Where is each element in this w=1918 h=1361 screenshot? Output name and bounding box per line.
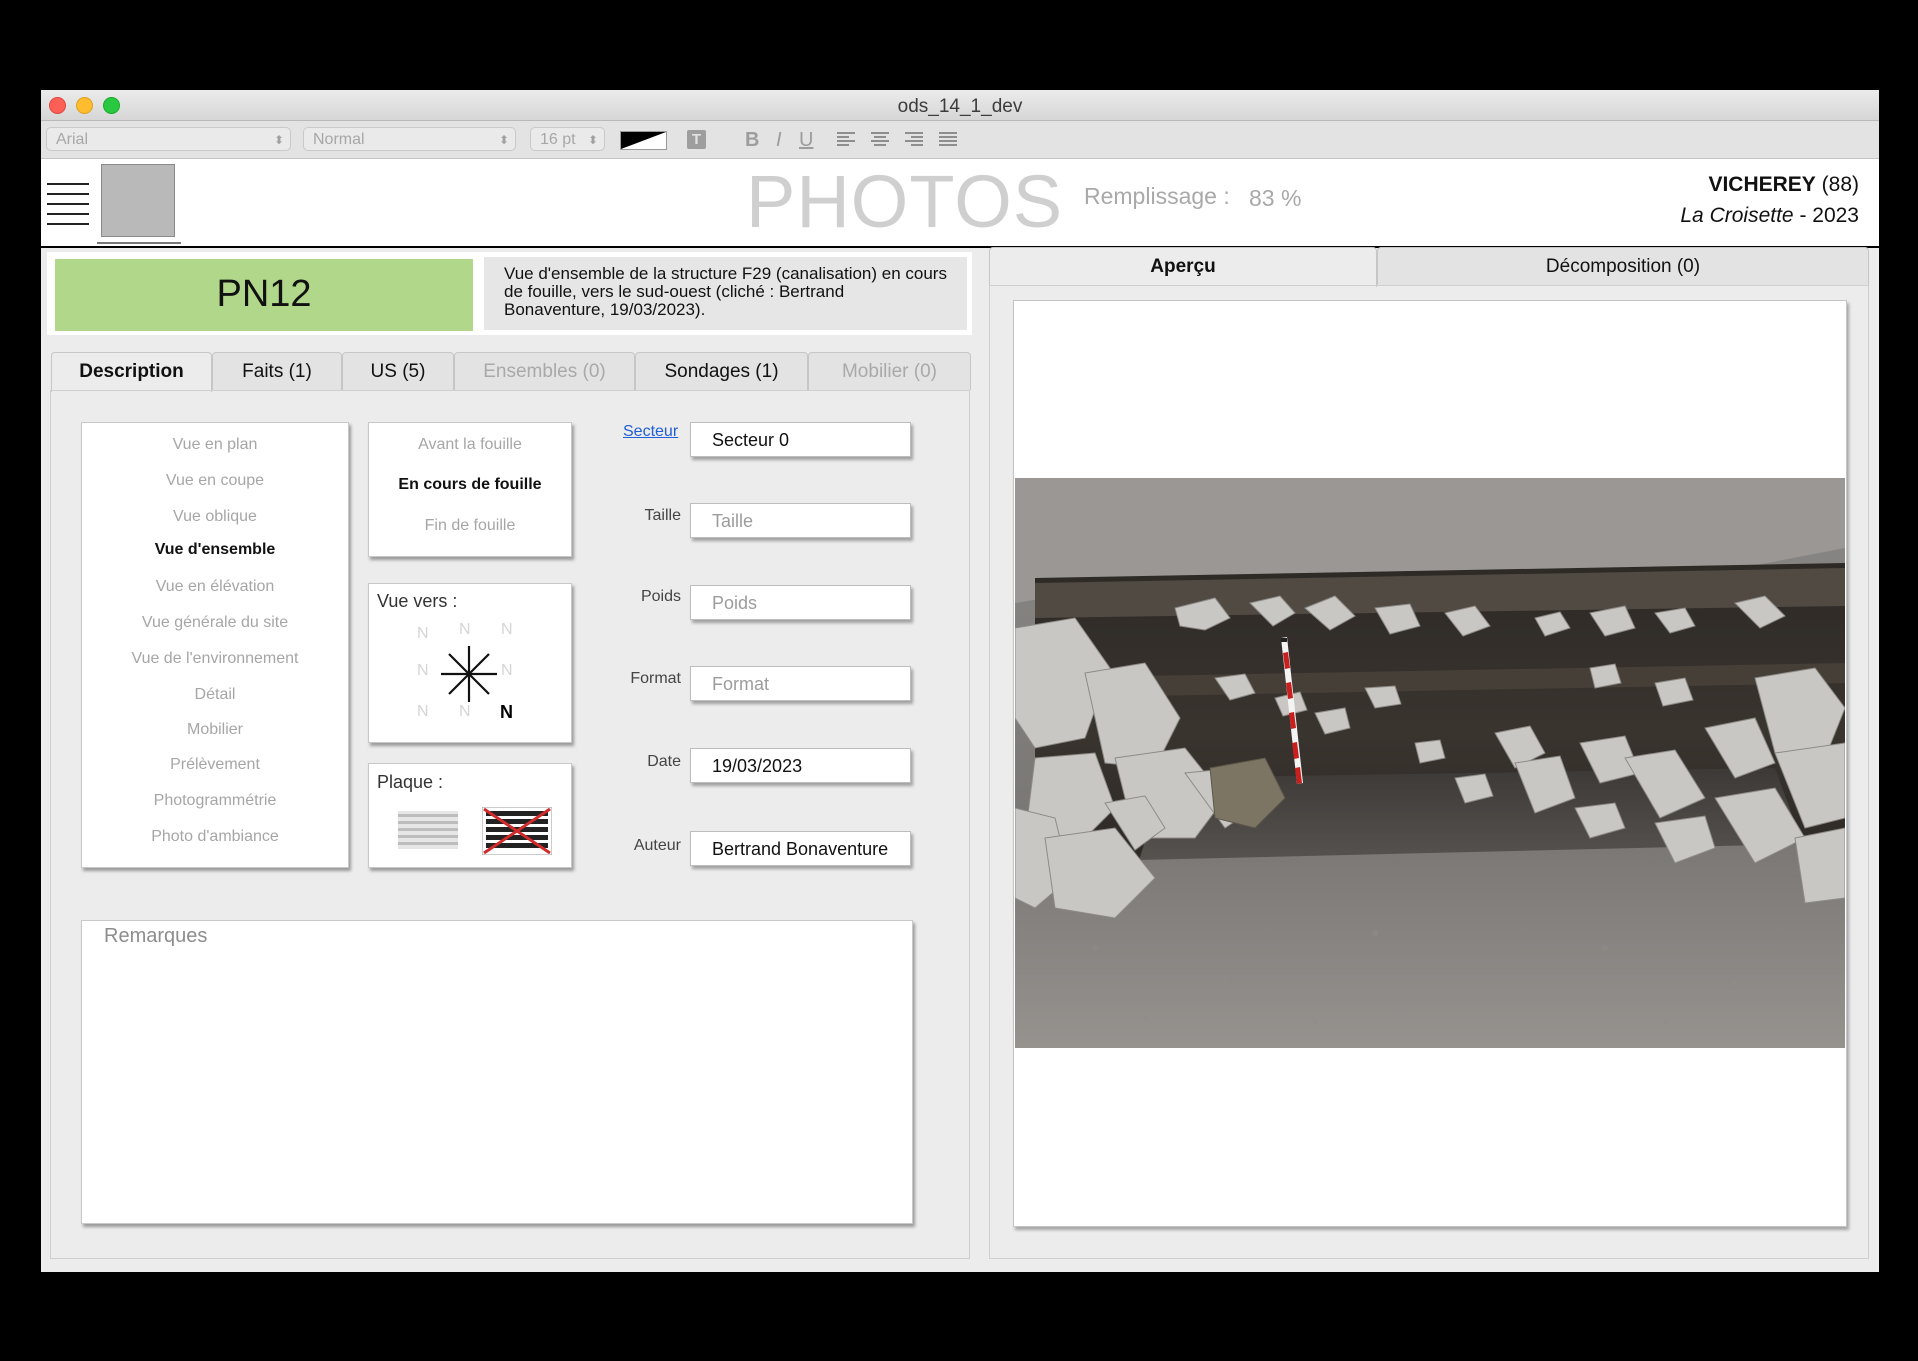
text-format-icon[interactable]: T	[687, 130, 706, 149]
view-type-list: Vue en plan Vue en coupe Vue oblique Vue…	[81, 422, 349, 868]
phase-option-selected[interactable]: En cours de fouille	[369, 476, 571, 494]
auteur-label: Auteur	[633, 837, 681, 854]
auteur-field[interactable]: Bertrand Bonaventure	[690, 831, 911, 866]
updown-icon: ⬍	[498, 133, 509, 147]
tab-ensembles[interactable]: Ensembles (0)	[454, 352, 635, 390]
date-label: Date	[647, 753, 681, 770]
phase-list: Avant la fouille En cours de fouille Fin…	[368, 422, 572, 557]
title-bar: ods_14_1_dev	[41, 90, 1879, 121]
tab-mobilier[interactable]: Mobilier (0)	[808, 352, 971, 390]
font-select[interactable]: Arial ⬍	[46, 127, 291, 151]
photo-preview[interactable]	[1013, 300, 1847, 1227]
italic-button[interactable]: I	[776, 130, 782, 150]
site-locality: La Croisette	[1680, 204, 1794, 227]
remarks-placeholder: Remarques	[104, 925, 208, 947]
format-toolbar: Arial ⬍ Normal ⬍ 16 pt ⬍ T B I U	[41, 121, 1879, 159]
updown-icon: ⬍	[273, 133, 284, 147]
align-center-icon	[871, 132, 889, 146]
secteur-link[interactable]: Secteur	[623, 423, 678, 441]
format-label: Format	[630, 670, 681, 687]
align-buttons	[837, 132, 957, 146]
view-type-option-selected[interactable]: Vue d'ensemble	[82, 541, 348, 559]
plaque-dark-crossed-icon[interactable]	[482, 807, 552, 855]
secteur-field[interactable]: Secteur 0	[690, 422, 911, 457]
plaque-label: Plaque :	[377, 772, 444, 792]
date-field[interactable]: 19/03/2023	[690, 748, 911, 783]
app-window: ods_14_1_dev Arial ⬍ Normal ⬍ 16 pt ⬍ T …	[41, 90, 1879, 1272]
font-select-value: Arial	[56, 131, 89, 148]
tab-faits[interactable]: Faits (1)	[212, 352, 342, 390]
record-tabs: Description Faits (1) US (5) Ensembles (…	[51, 352, 971, 392]
site-info: VICHEREY (88) La Croisette - 2023	[1680, 169, 1859, 231]
direction-nw[interactable]: N	[417, 625, 429, 643]
align-left-icon	[837, 132, 855, 146]
record-header: PN12 Vue d'ensemble de la structure F29 …	[47, 252, 972, 335]
tab-us[interactable]: US (5)	[342, 352, 454, 390]
color-swatch[interactable]	[620, 131, 667, 150]
view-type-option[interactable]: Vue en coupe	[82, 472, 348, 490]
align-right-icon	[905, 132, 923, 146]
view-type-option[interactable]: Vue oblique	[82, 508, 348, 526]
poids-field[interactable]: Poids	[690, 585, 911, 620]
tab-sondages[interactable]: Sondages (1)	[635, 352, 808, 390]
plaque-light-icon[interactable]	[398, 811, 458, 849]
view-type-option[interactable]: Détail	[82, 686, 348, 704]
record-id[interactable]: PN12	[55, 259, 473, 331]
phase-option[interactable]: Fin de fouille	[369, 517, 571, 535]
view-type-option[interactable]: Photo d'ambiance	[82, 828, 348, 846]
tab-apercu[interactable]: Aperçu	[989, 247, 1377, 287]
bold-button[interactable]: B	[745, 130, 759, 150]
site-name: VICHEREY	[1708, 173, 1816, 196]
direction-sw[interactable]: N	[417, 703, 429, 721]
taille-label: Taille	[644, 507, 681, 524]
plaque-selector: Plaque :	[368, 763, 572, 868]
direction-s[interactable]: N	[459, 703, 471, 721]
preview-tabs: Aperçu Décomposition (0)	[989, 247, 1869, 287]
direction-se-selected[interactable]: N	[500, 702, 513, 723]
site-dept: (88)	[1815, 173, 1859, 196]
orientation-label: Vue vers :	[377, 591, 458, 611]
view-type-option[interactable]: Photogrammétrie	[82, 792, 348, 810]
size-select-value: 16 pt	[540, 131, 576, 148]
fill-value: 83 %	[1249, 185, 1302, 211]
view-type-option[interactable]: Mobilier	[82, 721, 348, 739]
direction-w[interactable]: N	[417, 662, 429, 680]
tab-description[interactable]: Description	[51, 352, 212, 392]
view-type-option[interactable]: Vue en plan	[82, 436, 348, 454]
format-field[interactable]: Format	[690, 666, 911, 701]
thumbnail-underline	[97, 242, 181, 244]
updown-icon: ⬍	[587, 133, 598, 147]
direction-ne[interactable]: N	[501, 621, 513, 639]
window-title: ods_14_1_dev	[897, 96, 1023, 117]
orientation-selector: Vue vers : N N N N N N N N	[368, 583, 572, 743]
remarks-textarea[interactable]: Remarques	[81, 920, 913, 1224]
underline-button[interactable]: U	[799, 130, 813, 150]
color-swatch-icon	[621, 132, 666, 149]
tab-decomposition[interactable]: Décomposition (0)	[1377, 247, 1869, 285]
view-type-option[interactable]: Prélèvement	[82, 756, 348, 774]
view-type-option[interactable]: Vue de l'environnement	[82, 650, 348, 668]
view-type-option[interactable]: Vue en élévation	[82, 578, 348, 596]
direction-e[interactable]: N	[501, 662, 513, 680]
excavation-photo	[1015, 478, 1845, 1048]
direction-n[interactable]: N	[459, 621, 471, 639]
poids-label: Poids	[640, 588, 681, 605]
taille-field[interactable]: Taille	[690, 503, 911, 538]
style-select-value: Normal	[313, 131, 365, 148]
view-type-option[interactable]: Vue générale du site	[82, 614, 348, 632]
fill-label: Remplissage :	[1084, 183, 1230, 209]
record-description[interactable]: Vue d'ensemble de la structure F29 (cana…	[484, 257, 967, 330]
style-select[interactable]: Normal ⬍	[303, 127, 516, 151]
menu-icon[interactable]	[47, 181, 89, 225]
header-bar: PHOTOS Remplissage : 83 % VICHEREY (88) …	[41, 159, 1879, 248]
phase-option[interactable]: Avant la fouille	[369, 436, 571, 454]
photo-thumbnail[interactable]	[101, 164, 175, 237]
align-justify-icon	[939, 132, 957, 146]
size-select[interactable]: 16 pt ⬍	[530, 127, 605, 151]
site-year: - 2023	[1793, 204, 1859, 227]
page-title: PHOTOS	[746, 160, 1064, 243]
